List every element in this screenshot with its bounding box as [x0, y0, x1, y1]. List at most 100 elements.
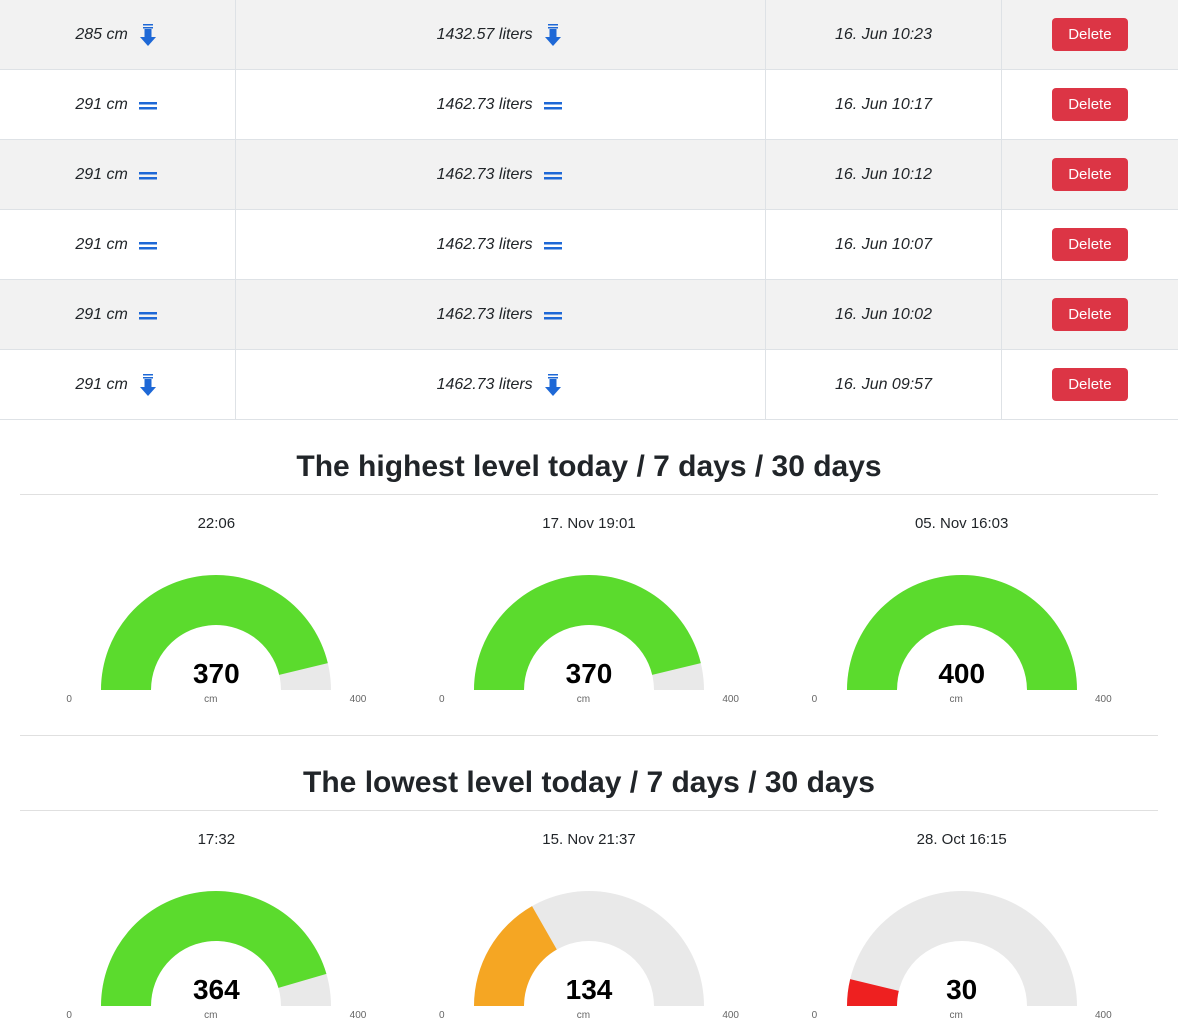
gauge-unit: cm	[204, 1010, 217, 1021]
gauge-min: 0	[812, 694, 818, 705]
delete-button[interactable]: Delete	[1052, 158, 1127, 191]
delete-button[interactable]: Delete	[1052, 228, 1127, 261]
gauge-unit: cm	[949, 1010, 962, 1021]
gauge-scale: 0 cm 400	[439, 694, 739, 705]
table-row: 291 cm 1462.73 liters 16. Jun 10:07 Dele…	[0, 210, 1178, 280]
arrow-down-icon	[541, 23, 565, 47]
arrow-down-icon	[136, 373, 160, 397]
gauge-value: 370	[439, 658, 739, 690]
divider	[20, 810, 1158, 811]
stable-icon	[541, 99, 565, 111]
gauge-scale: 0 cm 400	[66, 694, 366, 705]
gauge-scale: 0 cm 400	[439, 1010, 739, 1021]
level-value: 291 cm	[75, 236, 127, 254]
delete-button[interactable]: Delete	[1052, 298, 1127, 331]
lowest-title: The lowest level today / 7 days / 30 day…	[20, 766, 1158, 800]
volume-value: 1462.73 liters	[437, 166, 533, 184]
level-value: 285 cm	[75, 26, 127, 44]
gauge-max: 400	[350, 694, 367, 705]
volume-value: 1462.73 liters	[437, 306, 533, 324]
level-cell: 291 cm	[0, 140, 236, 210]
gauge-card: 15. Nov 21:37 134 0 cm 400	[413, 831, 766, 1021]
gauge: 370	[66, 540, 366, 690]
gauge-value: 30	[812, 974, 1112, 1006]
gauge: 30	[812, 856, 1112, 1006]
volume-cell: 1462.73 liters	[236, 280, 766, 350]
gauge-min: 0	[66, 694, 72, 705]
timestamp-cell: 16. Jun 10:17	[766, 70, 1002, 140]
delete-button[interactable]: Delete	[1052, 368, 1127, 401]
action-cell: Delete	[1001, 0, 1178, 70]
gauge-time: 05. Nov 16:03	[785, 515, 1138, 532]
volume-value: 1462.73 liters	[437, 376, 533, 394]
gauge: 364	[66, 856, 366, 1006]
gauge-min: 0	[66, 1010, 72, 1021]
timestamp-cell: 16. Jun 10:07	[766, 210, 1002, 280]
table-row: 291 cm 1462.73 liters 16. Jun 10:17 Dele…	[0, 70, 1178, 140]
gauge-max: 400	[1095, 694, 1112, 705]
arrow-down-icon	[136, 23, 160, 47]
stable-icon	[136, 169, 160, 181]
level-value: 291 cm	[75, 96, 127, 114]
table-row: 291 cm 1462.73 liters 16. Jun 10:12 Dele…	[0, 140, 1178, 210]
timestamp-cell: 16. Jun 10:12	[766, 140, 1002, 210]
gauge: 370	[439, 540, 739, 690]
highest-title: The highest level today / 7 days / 30 da…	[20, 450, 1158, 484]
gauge-unit: cm	[577, 694, 590, 705]
level-value: 291 cm	[75, 166, 127, 184]
gauge-max: 400	[722, 1010, 739, 1021]
stable-icon	[541, 239, 565, 251]
volume-cell: 1432.57 liters	[236, 0, 766, 70]
level-value: 291 cm	[75, 376, 127, 394]
action-cell: Delete	[1001, 210, 1178, 280]
level-value: 291 cm	[75, 306, 127, 324]
volume-value: 1462.73 liters	[437, 236, 533, 254]
table-row: 291 cm 1462.73 liters 16. Jun 09:57 Dele…	[0, 350, 1178, 420]
level-cell: 285 cm	[0, 0, 236, 70]
volume-cell: 1462.73 liters	[236, 70, 766, 140]
gauge-max: 400	[722, 694, 739, 705]
stable-icon	[541, 169, 565, 181]
divider	[20, 735, 1158, 736]
gauge-value: 400	[812, 658, 1112, 690]
gauge-card: 28. Oct 16:15 30 0 cm 400	[785, 831, 1138, 1021]
lowest-section: The lowest level today / 7 days / 30 day…	[20, 766, 1158, 1021]
stable-icon	[136, 99, 160, 111]
action-cell: Delete	[1001, 70, 1178, 140]
gauge-card: 05. Nov 16:03 400 0 cm 400	[785, 515, 1138, 705]
gauge-time: 28. Oct 16:15	[785, 831, 1138, 848]
divider	[20, 494, 1158, 495]
gauge-card: 22:06 370 0 cm 400	[40, 515, 393, 705]
action-cell: Delete	[1001, 140, 1178, 210]
gauge-max: 400	[350, 1010, 367, 1021]
gauge-unit: cm	[204, 694, 217, 705]
gauge-value: 370	[66, 658, 366, 690]
gauge-card: 17. Nov 19:01 370 0 cm 400	[413, 515, 766, 705]
readings-table: 285 cm 1432.57 liters 16. Jun 10:23 Dele…	[0, 0, 1178, 420]
gauge: 134	[439, 856, 739, 1006]
stable-icon	[541, 309, 565, 321]
level-cell: 291 cm	[0, 210, 236, 280]
gauge-value: 364	[66, 974, 366, 1006]
table-row: 285 cm 1432.57 liters 16. Jun 10:23 Dele…	[0, 0, 1178, 70]
volume-value: 1432.57 liters	[437, 26, 533, 44]
delete-button[interactable]: Delete	[1052, 88, 1127, 121]
gauge-time: 22:06	[40, 515, 393, 532]
table-row: 291 cm 1462.73 liters 16. Jun 10:02 Dele…	[0, 280, 1178, 350]
delete-button[interactable]: Delete	[1052, 18, 1127, 51]
stable-icon	[136, 239, 160, 251]
gauge-min: 0	[439, 694, 445, 705]
lowest-gauges: 17:32 364 0 cm 400 15. Nov 21:37	[20, 831, 1158, 1021]
level-cell: 291 cm	[0, 280, 236, 350]
gauge-time: 17. Nov 19:01	[413, 515, 766, 532]
gauge-value: 134	[439, 974, 739, 1006]
action-cell: Delete	[1001, 280, 1178, 350]
timestamp-cell: 16. Jun 10:02	[766, 280, 1002, 350]
gauge-scale: 0 cm 400	[812, 1010, 1112, 1021]
gauge-unit: cm	[949, 694, 962, 705]
volume-cell: 1462.73 liters	[236, 210, 766, 280]
gauge-min: 0	[812, 1010, 818, 1021]
gauge-time: 15. Nov 21:37	[413, 831, 766, 848]
arrow-down-icon	[541, 373, 565, 397]
timestamp-cell: 16. Jun 10:23	[766, 0, 1002, 70]
